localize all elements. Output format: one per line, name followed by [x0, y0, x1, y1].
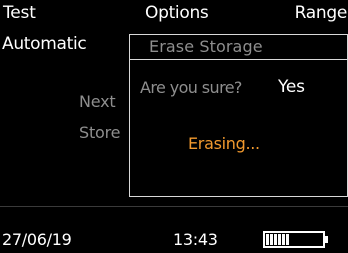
- next-label: Next: [79, 92, 116, 111]
- battery-segment: [278, 234, 281, 245]
- status-divider: [0, 206, 348, 207]
- confirm-question: Are you sure?: [140, 78, 242, 97]
- dialog-title: Erase Storage: [149, 37, 263, 56]
- erasing-status: Erasing...: [188, 134, 260, 153]
- menu-test[interactable]: Test: [3, 3, 36, 23]
- confirm-yes-option[interactable]: Yes: [278, 77, 305, 97]
- battery-fill: [266, 234, 289, 245]
- status-time: 13:43: [173, 230, 218, 249]
- battery-segment: [282, 234, 285, 245]
- battery-segment: [266, 234, 269, 245]
- erase-storage-dialog: Erase Storage Are you sure? Yes Erasing.…: [129, 34, 348, 197]
- battery-segment: [274, 234, 277, 245]
- store-label: Store: [79, 123, 121, 142]
- battery-segment: [286, 234, 289, 245]
- status-date: 27/06/19: [2, 230, 72, 249]
- battery-tip: [325, 236, 328, 243]
- mode-value[interactable]: Automatic: [2, 34, 87, 54]
- menu-range[interactable]: Range: [295, 3, 348, 23]
- dialog-title-bar: Erase Storage: [130, 35, 347, 60]
- menu-options[interactable]: Options: [145, 3, 209, 23]
- battery-segment: [270, 234, 273, 245]
- battery-icon: [263, 231, 329, 248]
